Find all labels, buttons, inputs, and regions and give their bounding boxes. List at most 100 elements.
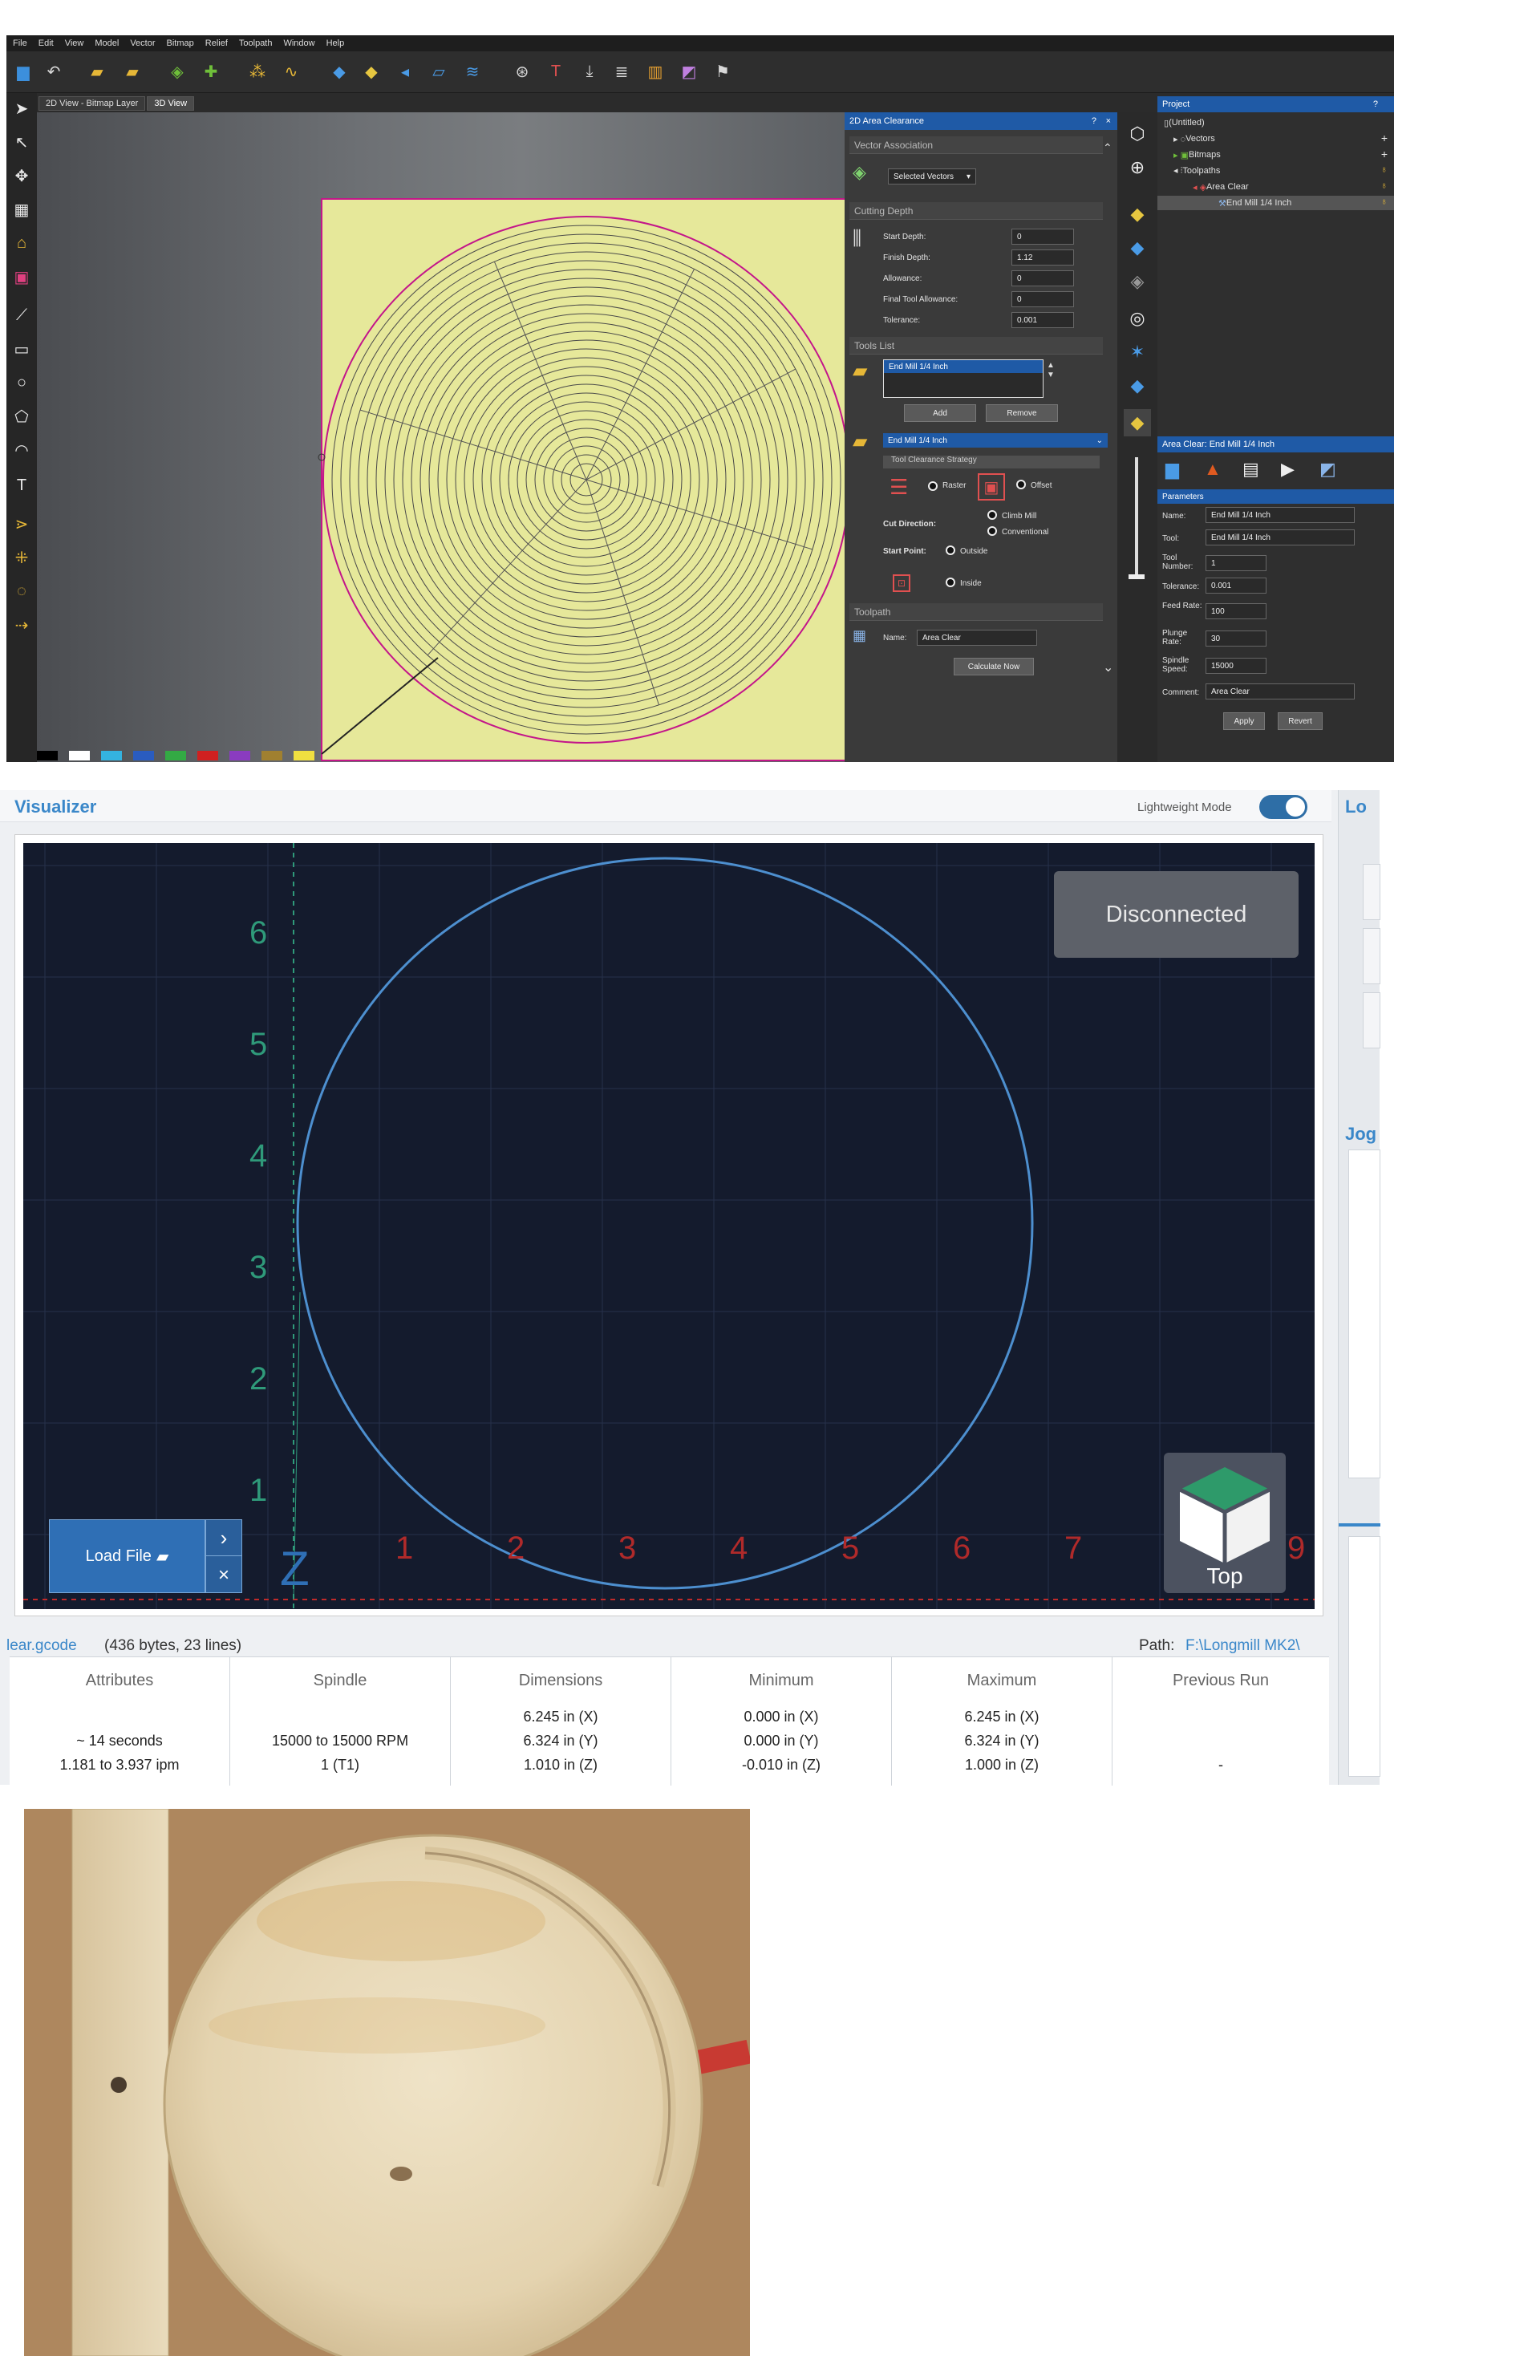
barcode-icon[interactable]: ▥ [643,59,667,83]
eraser-icon[interactable]: ◩ [677,59,701,83]
menu-help[interactable]: Help [326,39,345,48]
project-help-button[interactable]: ? [1373,99,1378,109]
shaded-icon[interactable]: ◈ [1124,268,1151,295]
flag-icon[interactable]: ⚑ [711,59,735,83]
param-plunge-rate-input[interactable]: 30 [1206,630,1266,647]
calculate-now-button[interactable]: Calculate Now [954,658,1034,675]
lock-icon[interactable]: ⌂ [10,231,34,255]
tree-vectors[interactable]: ▸ ◌ Vectors [1173,132,1215,146]
rectangle-icon[interactable]: ▭ [10,337,34,361]
swatch-olive[interactable] [261,751,282,760]
scroll-down-icon[interactable]: ⌄ [1103,659,1113,675]
chevron-right-icon[interactable]: › [206,1520,241,1556]
revert-button[interactable]: Revert [1278,712,1323,730]
lightbulb-icon[interactable]: ♁ [1380,180,1388,191]
menu-bitmap[interactable]: Bitmap [167,39,194,48]
node-edit-icon[interactable]: ⁂ [245,59,270,83]
param-tool-number-input[interactable]: 1 [1206,555,1266,571]
lightweight-mode-toggle[interactable] [1259,795,1307,819]
reorder-arrows-icon[interactable]: ▲ ▼ [1047,361,1055,380]
help-button[interactable]: ? [1092,116,1096,126]
menu-vector[interactable]: Vector [130,39,155,48]
inside-radio[interactable] [946,578,955,587]
menu-window[interactable]: Window [283,39,314,48]
slider-handle[interactable] [1129,574,1145,579]
menu-toolpath[interactable]: Toolpath [239,39,273,48]
climb-mill-radio[interactable] [987,510,997,520]
simulate-icon[interactable]: ◩ [1319,459,1336,480]
spiral-icon[interactable]: ◌ [10,579,34,603]
scatter-icon[interactable]: ⁜ [10,545,34,570]
finish-depth-input[interactable]: 1.12 [1011,249,1074,266]
polygon-icon[interactable]: ⬠ [10,404,34,428]
tolerance-input[interactable]: 0.001 [1011,312,1074,328]
preview-icon[interactable]: ▶ [1281,459,1295,480]
relief-blue-icon[interactable]: ◆ [327,59,351,83]
path-value[interactable]: F:\Longmill MK2\ [1185,1637,1300,1655]
3d-viewport[interactable] [37,112,845,762]
offset-radio[interactable] [1016,480,1026,489]
apply-button[interactable]: Apply [1223,712,1265,730]
document-icon[interactable]: ▤ [1242,459,1259,480]
section-vector-association[interactable]: Vector Association [849,136,1103,154]
polyline-icon[interactable]: ⟋ [10,303,34,327]
circle-icon[interactable]: ○ [10,371,34,395]
material-layer-icon[interactable]: ◆ [1124,234,1151,262]
tree-toolpaths[interactable]: ◂ ⫶ Toolpaths [1173,164,1220,178]
gear-circle-icon[interactable]: ⊛ [510,59,534,83]
arc-icon[interactable]: ◠ [10,438,34,462]
vector-path-icon[interactable]: ⋗ [10,512,34,536]
slider-track[interactable] [1135,457,1138,578]
selected-vectors-dropdown[interactable]: Selected Vectors ▾ [888,168,976,184]
menu-model[interactable]: Model [95,39,119,48]
lightbulb-icon[interactable]: ♁ [1380,196,1388,207]
add-green-icon[interactable]: ✚ [199,59,223,83]
scroll-up-icon[interactable]: ⌃ [1103,141,1112,155]
save-icon[interactable]: ▆ [11,59,35,83]
relief-yellow-icon[interactable]: ◆ [359,59,383,83]
select-arrow-icon[interactable]: ➤ [10,96,34,120]
file-name[interactable]: lear.gcode [6,1637,77,1655]
params-section-header[interactable]: Parameters [1157,489,1394,504]
tab-2d-view[interactable]: 2D View - Bitmap Layer [38,96,146,111]
final-tool-allowance-input[interactable]: 0 [1011,291,1074,307]
swatch-green[interactable] [165,751,186,760]
swatch-red[interactable] [197,751,218,760]
stack-icon[interactable]: ≋ [460,59,484,83]
curve-icon[interactable]: ∿ [279,59,303,83]
load-file-button[interactable]: Load File ▰ [49,1519,205,1593]
group-icon[interactable]: ▣ [10,265,34,289]
import-folder-icon[interactable]: ▰ [120,59,144,83]
tool-header[interactable]: End Mill 1/4 Inch ⌄ [883,433,1108,448]
param-comment-input[interactable]: Area Clear [1206,683,1355,699]
menu-relief[interactable]: Relief [205,39,228,48]
swatch-purple[interactable] [229,751,250,760]
swatch-white[interactable] [69,751,90,760]
remove-tool-button[interactable]: Remove [986,404,1058,422]
close-button[interactable]: × [1106,116,1111,126]
material-active-icon[interactable]: ◆ [1124,409,1151,436]
section-toolpath[interactable]: Toolpath [849,603,1103,621]
menu-view[interactable]: View [65,39,84,48]
layers-icon[interactable]: ▱ [427,59,451,83]
material-top-icon[interactable]: ◆ [1124,201,1151,228]
conventional-radio[interactable] [987,526,997,536]
lightbulb-icon[interactable]: ♁ [1380,164,1388,175]
text-icon[interactable]: T [10,473,34,497]
start-depth-input[interactable]: 0 [1011,229,1074,245]
swatch-blue[interactable] [133,751,154,760]
zoom-icon[interactable]: ⊕ [1124,154,1151,181]
transform-icon[interactable]: ✥ [10,164,34,188]
toolpath-name-input[interactable]: Area Clear [917,630,1037,646]
grid-icon[interactable]: ▦ [10,197,34,221]
visualizer-canvas[interactable]: 123456 123456789 Z Disconnected Load Fil… [23,843,1315,1609]
star-icon[interactable]: ✶ [1124,339,1151,366]
param-feed-rate-input[interactable]: 100 [1206,603,1266,619]
menu-edit[interactable]: Edit [38,39,54,48]
section-cutting-depth[interactable]: Cutting Depth [849,202,1103,220]
open-folder-icon[interactable]: ▰ [85,59,109,83]
tree-bitmaps[interactable]: ▸ ▣ Bitmaps [1173,148,1221,162]
undo-icon[interactable]: ↶ [42,59,66,83]
node-select-icon[interactable]: ↖ [10,130,34,154]
side-button[interactable] [1363,928,1380,984]
